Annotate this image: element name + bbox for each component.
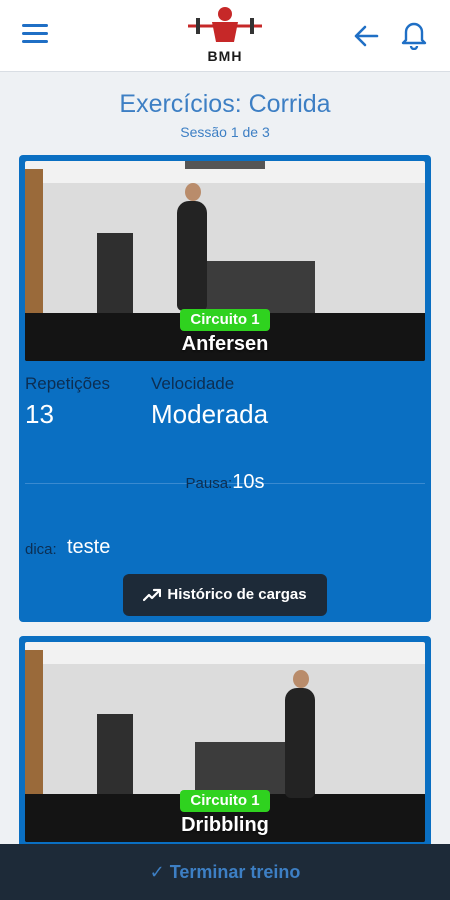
load-history-button[interactable]: Histórico de cargas — [123, 574, 327, 616]
exercise-name: Dribbling — [181, 814, 269, 836]
video-door — [97, 233, 133, 317]
hamburger-menu-icon[interactable] — [22, 24, 48, 46]
video-wall-bars — [25, 650, 43, 800]
video-weight-rack — [195, 261, 315, 313]
exercise-card: Circuito 1 Dribbling — [19, 636, 431, 866]
session-indicator: Sessão 1 de 3 — [180, 124, 270, 140]
video-door — [97, 714, 133, 798]
trending-up-icon — [143, 588, 162, 602]
pause-label: Pausa: — [185, 475, 233, 492]
video-athlete-head — [185, 183, 201, 201]
exercise-name: Anfersen — [181, 333, 269, 355]
logo-text: BMH — [207, 48, 243, 64]
speed-label: Velocidade — [151, 374, 235, 393]
page-title: Exercícios: Corrida — [119, 90, 331, 118]
exercise-video-thumbnail[interactable]: Circuito 1 Anfersen — [25, 161, 425, 361]
reps-label: Repetições — [25, 374, 111, 393]
circuit-badge: Circuito 1 — [180, 309, 270, 331]
tip-value: teste — [67, 536, 111, 558]
video-athlete — [285, 688, 315, 798]
bell-icon[interactable] — [400, 18, 428, 51]
tip-label: dica: — [25, 541, 57, 558]
circuit-badge: Circuito 1 — [180, 790, 270, 812]
video-athlete-head — [293, 670, 309, 688]
pause-info: Pausa:10s — [19, 471, 431, 494]
load-history-label: Histórico de cargas — [167, 586, 307, 603]
logo-figure-icon — [188, 7, 262, 42]
video-ceiling — [25, 642, 425, 664]
video-top-strip — [185, 161, 265, 169]
bottom-bar: ✓ Terminar treino — [0, 844, 450, 900]
arrow-left-icon[interactable] — [352, 22, 380, 50]
reps-value: 13 — [25, 399, 54, 429]
finish-workout-button[interactable]: ✓ Terminar treino — [0, 844, 450, 900]
speed-value: Moderada — [151, 399, 269, 429]
exercise-card: Circuito 1 Anfersen Repetições 13 Veloci… — [19, 155, 431, 622]
app-logo: BMH — [184, 4, 266, 68]
pause-value: 10s — [232, 471, 265, 493]
top-app-bar: BMH — [0, 0, 450, 72]
exercise-video-thumbnail[interactable]: Circuito 1 Dribbling — [25, 642, 425, 842]
video-athlete — [177, 201, 207, 311]
video-wall-bars — [25, 169, 43, 319]
